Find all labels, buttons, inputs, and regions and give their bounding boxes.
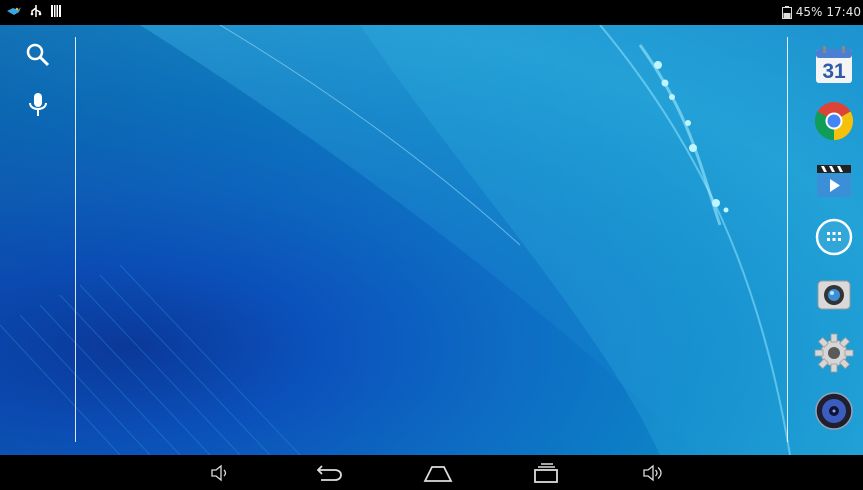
home-button[interactable] [413,455,463,490]
volume-down-icon [211,464,227,481]
settings-app[interactable] [811,330,857,376]
status-bar[interactable]: 45% 17:40 [0,0,863,25]
notification-bird-icon [7,7,21,15]
battery-percentage: 45% [795,5,823,19]
app-drawer-button[interactable] [811,214,857,260]
search-icon [26,43,50,67]
microphone-icon [29,93,47,116]
video-player-app[interactable] [811,157,857,203]
search-rail-divider [75,37,76,442]
video-player-icon [817,165,851,197]
chrome-icon [814,102,854,141]
dock-divider [787,37,788,442]
chrome-app[interactable] [811,98,857,144]
calendar-day: 31 [822,60,846,83]
app-dock: 31 [785,25,863,455]
volume-up-icon [643,464,662,481]
music-app[interactable] [811,388,857,434]
music-icon [815,392,853,430]
status-left-icons [6,4,62,18]
recent-apps-button[interactable] [521,455,571,490]
app-drawer-icon [815,218,853,256]
navigation-bar [0,455,863,490]
usb-icon [30,5,42,17]
calendar-icon: 31 [816,46,852,83]
back-button[interactable] [304,455,354,490]
search-rail [0,25,77,455]
battery-icon [781,5,792,19]
volume-up-button[interactable] [627,455,677,490]
clock: 17:40 [826,5,861,19]
wallpaper [0,25,863,455]
back-icon [316,464,342,481]
search-button[interactable] [20,37,56,73]
home-icon [423,465,453,482]
voice-search-button[interactable] [20,87,56,123]
status-right: 45% 17:40 [781,5,861,19]
camera-app[interactable] [811,271,857,317]
camera-icon [817,280,851,310]
volume-down-button[interactable] [194,455,244,490]
wallpaper-art [0,25,863,455]
calendar-app[interactable]: 31 [811,42,857,88]
storage-icon [51,5,61,17]
recent-apps-icon [534,462,558,483]
settings-icon [814,333,854,373]
